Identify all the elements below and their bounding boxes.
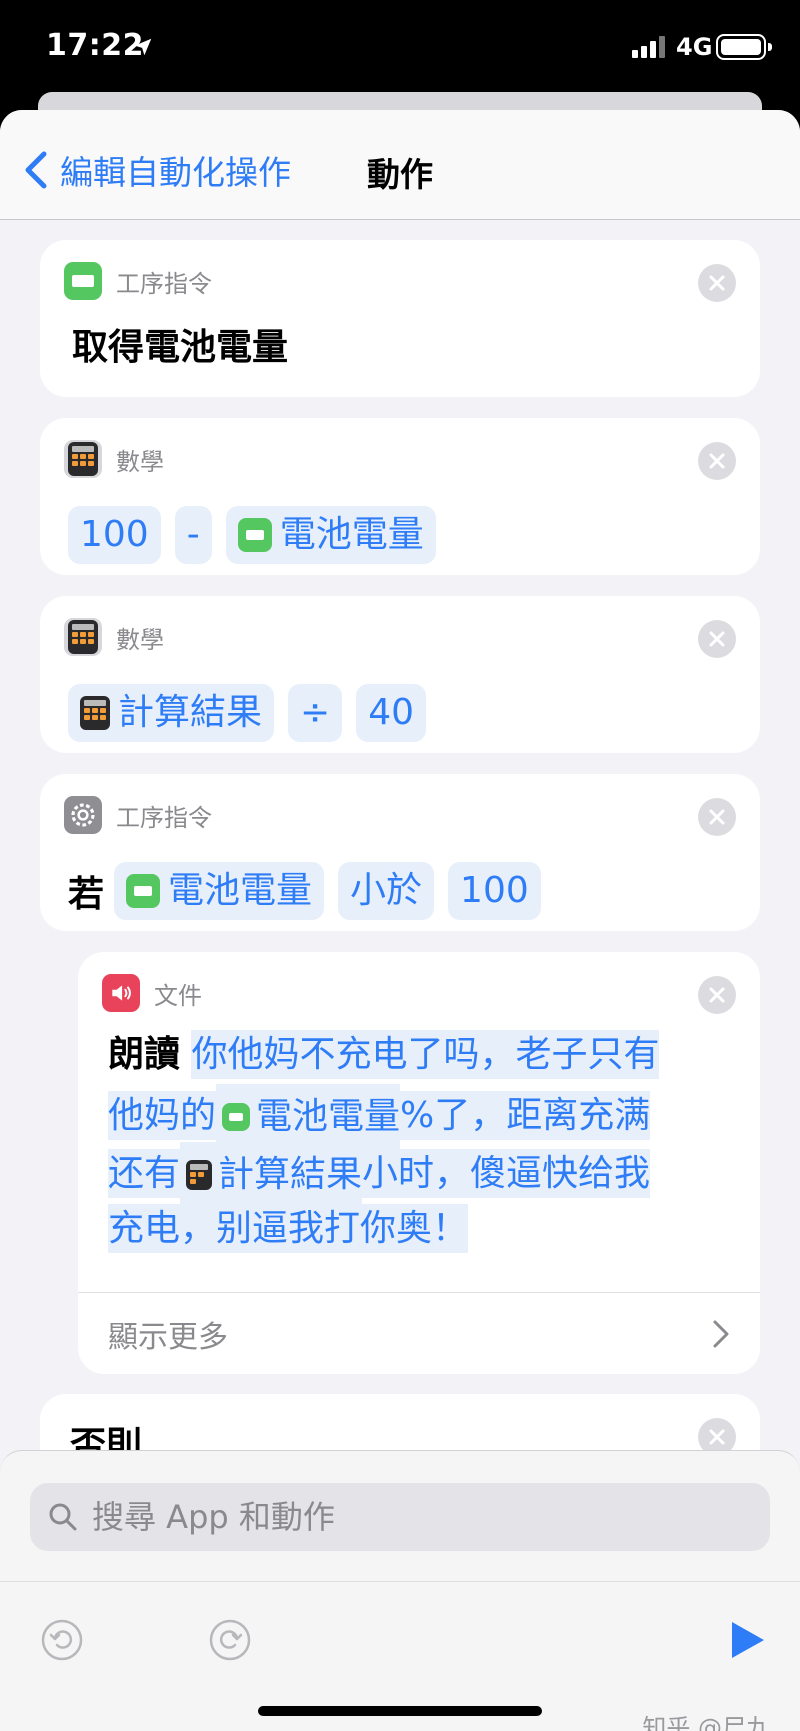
variable-token-result[interactable]: 計算結果 xyxy=(68,684,275,742)
action-title: 取得電池電量 xyxy=(72,327,289,368)
calculator-icon xyxy=(186,1160,213,1190)
battery-icon xyxy=(126,874,161,908)
action-card-math-subtract[interactable]: 數學 100 - 電池電量 xyxy=(40,418,760,575)
remove-action-button[interactable] xyxy=(698,442,736,480)
redo-icon[interactable] xyxy=(208,1618,252,1662)
gear-icon xyxy=(64,796,102,834)
variable-token-battery[interactable]: 電池電量 xyxy=(225,506,436,564)
close-icon xyxy=(709,1429,725,1445)
text-segment: 小时，傻逼快给我 xyxy=(362,1149,651,1198)
action-category: 文件 xyxy=(154,981,202,1010)
value-token[interactable]: 100 xyxy=(448,862,541,920)
action-category: 數學 xyxy=(116,625,164,654)
operator-token[interactable]: ÷ xyxy=(288,684,343,742)
close-icon xyxy=(709,987,725,1003)
navigation-bar: 編輯自動化操作 動作 xyxy=(0,110,800,220)
speaker-icon xyxy=(102,974,140,1012)
close-icon xyxy=(709,809,725,825)
condition-token[interactable]: 小於 xyxy=(338,862,435,920)
close-icon xyxy=(709,453,725,469)
operator-token[interactable]: - xyxy=(174,506,212,564)
calculator-icon xyxy=(64,618,102,656)
status-bar: 17:22 4G xyxy=(0,0,800,92)
action-category: 數學 xyxy=(116,447,164,476)
text-segment: 充电，别逼我打你奥！ xyxy=(108,1204,469,1253)
if-keyword: 若 xyxy=(68,874,105,915)
remove-action-button[interactable] xyxy=(698,798,736,836)
battery-icon xyxy=(64,262,102,300)
battery-icon xyxy=(222,1103,251,1131)
text-segment: 他妈的 xyxy=(108,1091,217,1140)
undo-icon[interactable] xyxy=(40,1618,84,1662)
text-segment: %了，距离充满 xyxy=(400,1091,651,1140)
action-card-if[interactable]: 工序指令 若 電池電量 小於 100 xyxy=(40,774,760,931)
location-arrow-icon xyxy=(134,38,152,56)
battery-icon xyxy=(237,518,272,552)
speak-text-field[interactable]: 朗讀 你他妈不充电了吗，老子只有 他妈的 電池電量 %了，距离充满 还有 計算結果 小时… xyxy=(108,1026,760,1258)
action-card-speak-text[interactable]: 文件 朗讀 你他妈不充电了吗，老子只有 他妈的 電池電量 %了，距离充满 还有 計算結… xyxy=(78,952,760,1374)
calculator-icon xyxy=(80,696,110,730)
search-icon xyxy=(49,1503,77,1531)
action-category: 工序指令 xyxy=(116,803,212,832)
variable-token-battery[interactable]: 電池電量 xyxy=(114,862,325,920)
close-icon xyxy=(709,631,725,647)
page-title: 動作 xyxy=(367,155,433,194)
network-type: 4G xyxy=(676,33,713,61)
operand-token[interactable]: 100 xyxy=(68,506,161,564)
text-segment: 你他妈不充电了吗，老子只有 xyxy=(191,1030,660,1079)
action-card-math-divide[interactable]: 數學 計算結果 ÷ 40 xyxy=(40,596,760,753)
play-icon[interactable] xyxy=(726,1618,770,1662)
operand-token[interactable]: 40 xyxy=(356,684,426,742)
search-input[interactable] xyxy=(92,1498,732,1536)
chevron-right-icon xyxy=(713,1320,729,1347)
speak-keyword: 朗讀 xyxy=(108,1034,181,1075)
action-category: 工序指令 xyxy=(116,269,212,298)
action-search-panel: 知乎 @尸九 xyxy=(0,1450,800,1731)
status-time: 17:22 xyxy=(46,28,144,63)
remove-action-button[interactable] xyxy=(698,976,736,1014)
battery-icon xyxy=(716,34,772,60)
watermark: 知乎 @尸九 xyxy=(642,1714,770,1731)
variable-token-battery[interactable]: 電池電量 xyxy=(216,1084,401,1150)
signal-bars-icon xyxy=(632,36,665,58)
show-more-button[interactable]: 顯示更多 xyxy=(78,1292,760,1374)
variable-token-result[interactable]: 計算結果 xyxy=(180,1142,363,1208)
action-card-get-battery[interactable]: 工序指令 取得電池電量 xyxy=(40,240,760,397)
remove-action-button[interactable] xyxy=(698,264,736,302)
close-icon xyxy=(709,275,725,291)
text-segment: 还有 xyxy=(108,1149,181,1198)
search-bar[interactable] xyxy=(30,1483,770,1551)
calculator-icon xyxy=(64,440,102,478)
remove-action-button[interactable] xyxy=(698,620,736,658)
home-indicator xyxy=(258,1706,542,1716)
